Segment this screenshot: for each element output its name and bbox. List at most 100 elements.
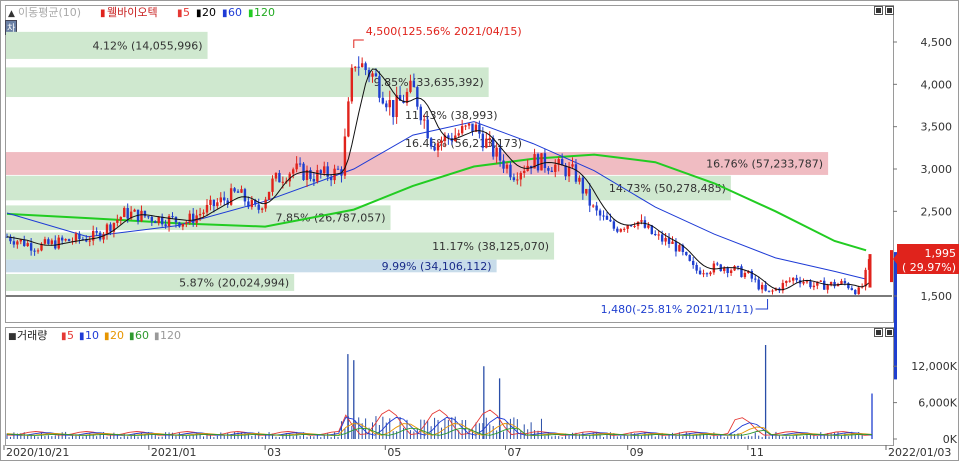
candle-body [554,164,557,172]
candle-body [119,217,122,220]
candle-body [378,76,381,98]
candle-body [357,66,360,68]
candle-body [591,205,595,207]
candle-body [736,266,740,268]
candle-body [581,177,585,194]
candle-body [271,178,274,192]
candle-body [729,270,733,274]
volume-legend-label: 10 [85,329,99,342]
legend-ma-label: 20 [202,6,216,19]
candle-body [498,147,502,161]
candle-body [319,170,322,174]
candle-body [854,289,857,295]
candle-body [602,215,605,217]
candle-body [347,101,350,137]
candle-body [150,216,154,222]
legend-ma-swatch: ▮ [196,8,202,19]
candle-body [585,188,588,194]
candle-body [157,216,160,224]
candle-body [309,170,312,179]
candle-body [60,237,64,241]
candle-body [826,285,829,290]
volume-maximize-button[interactable] [885,328,894,337]
price-tick-label: 2,500 [921,205,953,218]
candle-body [371,73,374,77]
candle-body [419,106,422,121]
volume-legend-swatch: ▮ [154,331,160,342]
candle-body [595,205,598,211]
candle-body [698,270,702,275]
candle-body [236,191,240,193]
candle-body [571,164,574,167]
candle-body [326,166,329,177]
candle-body [395,95,398,118]
candle-body [802,281,805,284]
candle-body [688,255,691,261]
price-tick-label: 3,500 [921,121,953,134]
price-tick-label: 3,000 [921,163,953,176]
candle-body [471,123,474,132]
volume-minimize-button[interactable] [874,328,883,337]
volume-tick-label: 6,000K [918,397,957,410]
candle-body [54,240,57,249]
candle-body [143,210,147,217]
candle-body [805,281,809,283]
candle-body [757,279,760,290]
candle-body [809,281,812,288]
candle-body [264,199,267,209]
x-tick-label: 2020/10/21 [6,446,69,459]
candle-body [771,290,774,292]
volume-profile-label: 5.87% (20,024,994) [179,276,289,289]
price-tick-label: 4,000 [921,78,953,91]
candle-body [740,266,743,278]
candle-body [843,280,847,284]
maximize-button[interactable] [885,6,894,15]
candle-body [612,221,616,229]
candle-body [429,138,433,147]
minimize-button[interactable] [874,6,883,15]
candle-body [788,280,791,282]
volume-profile-label: 16.46% (56,213,173) [405,137,522,150]
candle-body [88,240,91,242]
volume-profile-label: 11.17% (38,125,070) [432,240,549,253]
x-tick-label: 11 [750,446,764,459]
candle-body [850,288,854,290]
candle-body [98,232,102,240]
candle-body [616,228,619,232]
legend-stock-name: 웰바이오텍 [107,6,158,19]
candle-body [664,237,667,242]
candle-body [716,263,719,265]
candle-body [857,287,860,295]
volume-legend-label: 120 [160,329,181,342]
candle-body [116,219,119,223]
candle-body [633,225,636,227]
x-tick-label: 2021/01 [151,446,197,459]
candle-body [260,208,264,210]
volume-legend-swatch: ▮ [104,331,110,342]
candle-body [33,250,36,252]
candle-body [23,239,26,247]
candle-body [198,213,202,216]
candle-body [460,126,464,134]
volume-legend-label: 60 [135,329,149,342]
candle-body [695,264,698,271]
volume-profile-label: 14.73% (50,278,485) [609,182,726,195]
candle-body [726,267,729,274]
x-tick-label: 05 [387,446,401,459]
candle-body [267,191,271,200]
candle-body [350,67,354,102]
price-tick-label: 1,500 [921,290,953,303]
candle-body [588,188,591,206]
candle-body [336,168,340,170]
candle-body [516,179,519,181]
candle-body [764,284,767,291]
candle-body [57,237,60,249]
candle-body [660,234,664,242]
candle-body [364,63,367,71]
candle-body [667,237,671,244]
candle-body [67,239,71,242]
volume-legend-swatch: ▮ [129,331,135,342]
candle-body [164,224,167,227]
candle-body [381,97,385,104]
price-edge-mark [890,250,893,283]
